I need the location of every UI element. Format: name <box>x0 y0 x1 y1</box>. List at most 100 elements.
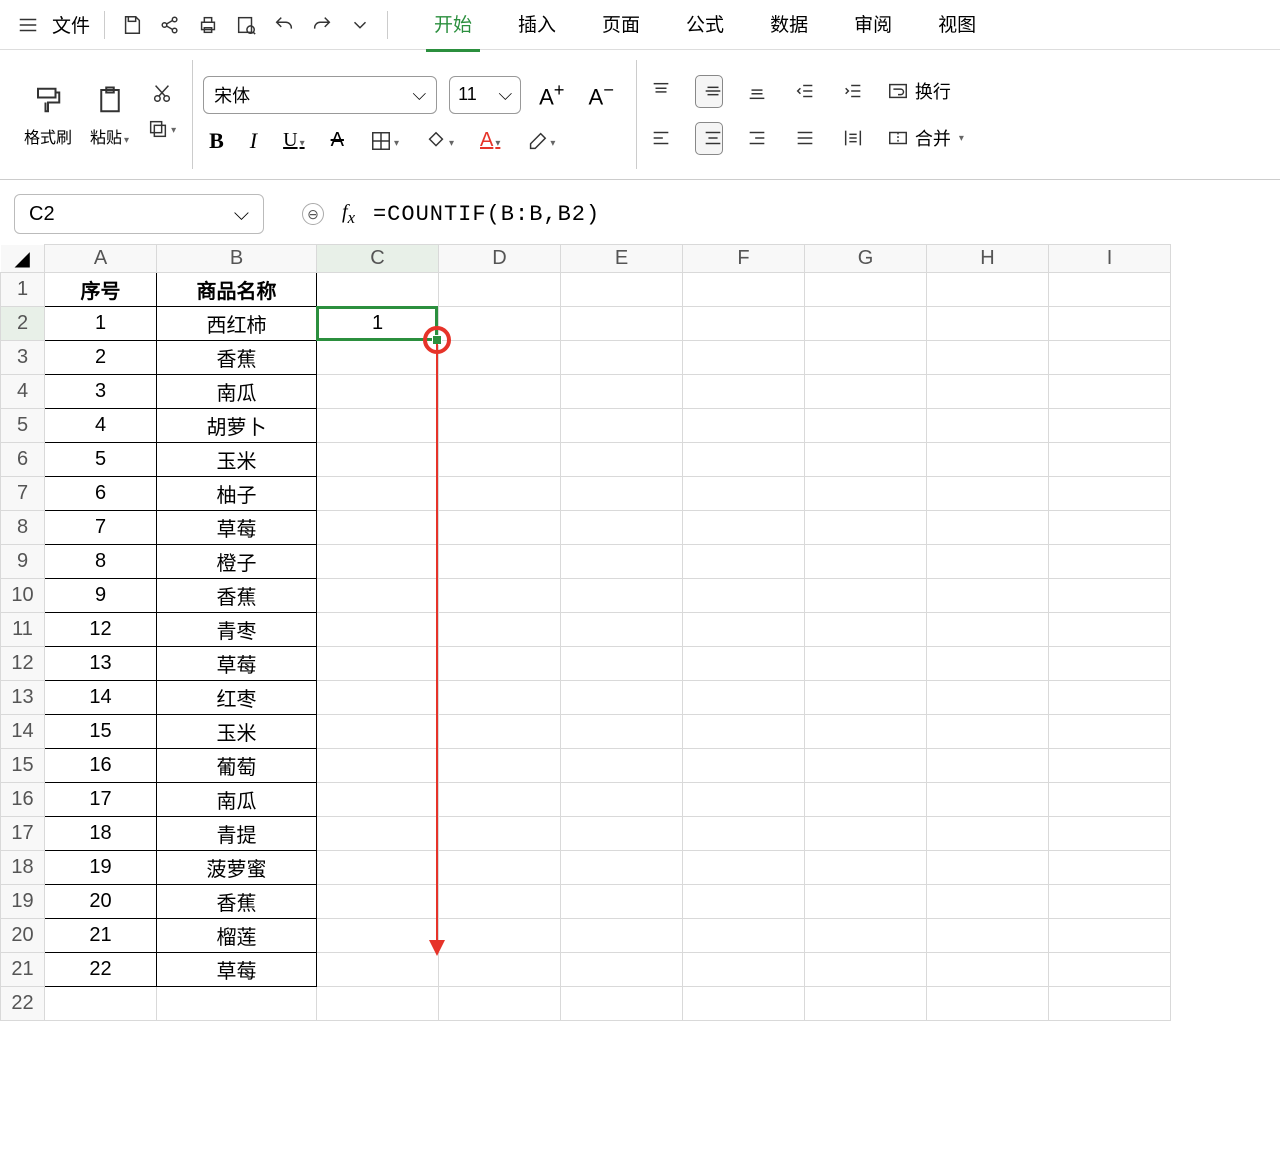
cell-E5[interactable] <box>561 409 683 443</box>
cell-E14[interactable] <box>561 715 683 749</box>
cell-H9[interactable] <box>927 545 1049 579</box>
tab-页面[interactable]: 页面 <box>594 0 648 49</box>
row-header-17[interactable]: 17 <box>1 817 45 851</box>
cell-C14[interactable] <box>317 715 439 749</box>
column-header-I[interactable]: I <box>1049 245 1171 273</box>
cell-B15[interactable]: 葡萄 <box>157 749 317 783</box>
row-header-10[interactable]: 10 <box>1 579 45 613</box>
cell-F2[interactable] <box>683 307 805 341</box>
tab-公式[interactable]: 公式 <box>678 0 732 49</box>
cell-B7[interactable]: 柚子 <box>157 477 317 511</box>
cell-G11[interactable] <box>805 613 927 647</box>
cell-E7[interactable] <box>561 477 683 511</box>
cell-E10[interactable] <box>561 579 683 613</box>
cell-F11[interactable] <box>683 613 805 647</box>
align-left-icon[interactable] <box>647 127 675 150</box>
cell-A21[interactable]: 22 <box>45 953 157 987</box>
cell-D10[interactable] <box>439 579 561 613</box>
print-icon[interactable] <box>189 0 227 49</box>
cell-A22[interactable] <box>45 987 157 1021</box>
cell-G15[interactable] <box>805 749 927 783</box>
cell-G3[interactable] <box>805 341 927 375</box>
row-header-7[interactable]: 7 <box>1 477 45 511</box>
align-bottom-icon[interactable] <box>743 80 771 103</box>
cell-G18[interactable] <box>805 851 927 885</box>
cell-F21[interactable] <box>683 953 805 987</box>
redo-icon[interactable] <box>303 0 341 49</box>
cell-B4[interactable]: 南瓜 <box>157 375 317 409</box>
row-header-21[interactable]: 21 <box>1 953 45 987</box>
column-header-G[interactable]: G <box>805 245 927 273</box>
cell-E3[interactable] <box>561 341 683 375</box>
expand-formula-icon[interactable]: ⊖ <box>302 203 324 225</box>
cell-I3[interactable] <box>1049 341 1171 375</box>
row-header-9[interactable]: 9 <box>1 545 45 579</box>
row-header-4[interactable]: 4 <box>1 375 45 409</box>
undo-icon[interactable] <box>265 0 303 49</box>
font-size-select[interactable]: 11 ⌵ <box>449 76 521 114</box>
cell-G4[interactable] <box>805 375 927 409</box>
row-header-6[interactable]: 6 <box>1 443 45 477</box>
align-top-icon[interactable] <box>647 80 675 103</box>
copy-icon[interactable]: ▾ <box>147 118 176 140</box>
row-header-22[interactable]: 22 <box>1 987 45 1021</box>
cell-F4[interactable] <box>683 375 805 409</box>
cell-C1[interactable] <box>317 273 439 307</box>
cell-G21[interactable] <box>805 953 927 987</box>
cell-D20[interactable] <box>439 919 561 953</box>
row-header-8[interactable]: 8 <box>1 511 45 545</box>
cell-G12[interactable] <box>805 647 927 681</box>
formula-input[interactable]: =COUNTIF(B:B,B2) <box>373 202 600 227</box>
cell-E13[interactable] <box>561 681 683 715</box>
cell-E18[interactable] <box>561 851 683 885</box>
increase-indent-icon[interactable] <box>839 80 867 103</box>
cell-D15[interactable] <box>439 749 561 783</box>
cell-F17[interactable] <box>683 817 805 851</box>
cell-B9[interactable]: 橙子 <box>157 545 317 579</box>
cell-I6[interactable] <box>1049 443 1171 477</box>
cell-F7[interactable] <box>683 477 805 511</box>
cell-C4[interactable] <box>317 375 439 409</box>
cell-B1[interactable]: 商品名称 <box>157 273 317 307</box>
column-header-C[interactable]: C <box>317 245 439 273</box>
align-center-icon[interactable] <box>695 122 723 155</box>
column-header-F[interactable]: F <box>683 245 805 273</box>
strikethrough-button[interactable]: A <box>331 129 344 152</box>
cell-D2[interactable] <box>439 307 561 341</box>
cell-B16[interactable]: 南瓜 <box>157 783 317 817</box>
cell-B19[interactable]: 香蕉 <box>157 885 317 919</box>
cell-D21[interactable] <box>439 953 561 987</box>
cell-B6[interactable]: 玉米 <box>157 443 317 477</box>
align-right-icon[interactable] <box>743 127 771 150</box>
cell-I19[interactable] <box>1049 885 1171 919</box>
cell-G13[interactable] <box>805 681 927 715</box>
cell-B13[interactable]: 红枣 <box>157 681 317 715</box>
cell-E17[interactable] <box>561 817 683 851</box>
cell-B2[interactable]: 西红柿 <box>157 307 317 341</box>
cell-D18[interactable] <box>439 851 561 885</box>
cell-F15[interactable] <box>683 749 805 783</box>
cell-B22[interactable] <box>157 987 317 1021</box>
cell-E8[interactable] <box>561 511 683 545</box>
cell-G6[interactable] <box>805 443 927 477</box>
cell-E11[interactable] <box>561 613 683 647</box>
cell-H4[interactable] <box>927 375 1049 409</box>
row-header-19[interactable]: 19 <box>1 885 45 919</box>
cell-H21[interactable] <box>927 953 1049 987</box>
cell-I15[interactable] <box>1049 749 1171 783</box>
cell-A15[interactable]: 16 <box>45 749 157 783</box>
cell-H20[interactable] <box>927 919 1049 953</box>
cell-E4[interactable] <box>561 375 683 409</box>
merge-cells-button[interactable]: 合并▾ <box>887 125 964 151</box>
cell-G22[interactable] <box>805 987 927 1021</box>
cell-E21[interactable] <box>561 953 683 987</box>
cell-I9[interactable] <box>1049 545 1171 579</box>
cell-A12[interactable]: 13 <box>45 647 157 681</box>
cell-E15[interactable] <box>561 749 683 783</box>
cell-H6[interactable] <box>927 443 1049 477</box>
cell-A8[interactable]: 7 <box>45 511 157 545</box>
cell-F5[interactable] <box>683 409 805 443</box>
cell-C21[interactable] <box>317 953 439 987</box>
cell-B20[interactable]: 榴莲 <box>157 919 317 953</box>
cell-I1[interactable] <box>1049 273 1171 307</box>
